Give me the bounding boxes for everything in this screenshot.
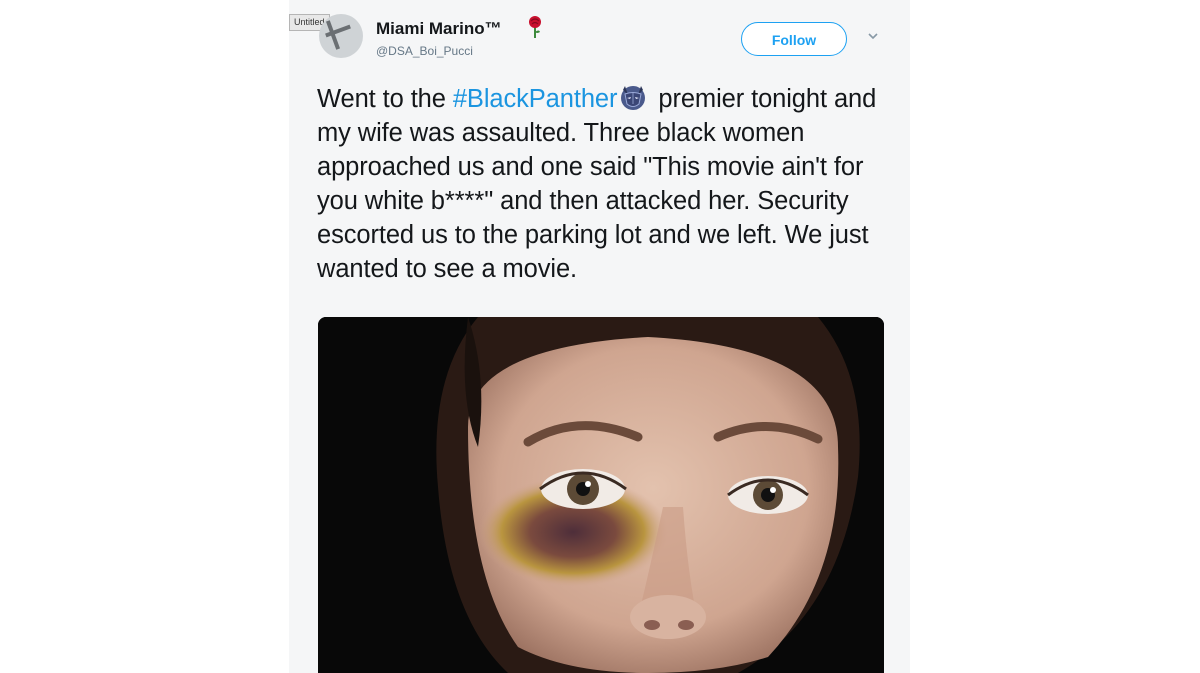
hashtag-link[interactable]: #BlackPanther: [453, 85, 618, 113]
rose-icon: [529, 16, 541, 38]
tweet-card: Untitled Miami Marino™ @DSA_Boi_Pucci Fo…: [289, 0, 910, 673]
chevron-down-icon[interactable]: [867, 31, 879, 41]
user-display-name[interactable]: Miami Marino™: [376, 19, 502, 39]
tweet-text: Went to the #BlackPanther premier tonigh…: [317, 82, 887, 286]
tweet-text-rest: premier tonight and my wife was assaulte…: [317, 85, 877, 283]
face-photo-image: [318, 317, 884, 673]
tweet-photo[interactable]: [318, 317, 884, 673]
tweet-text-start: Went to the: [317, 85, 453, 113]
follow-button[interactable]: Follow: [741, 22, 847, 56]
user-handle[interactable]: @DSA_Boi_Pucci: [376, 44, 473, 58]
avatar[interactable]: [319, 14, 363, 58]
black-panther-emoji-icon: [621, 86, 646, 110]
